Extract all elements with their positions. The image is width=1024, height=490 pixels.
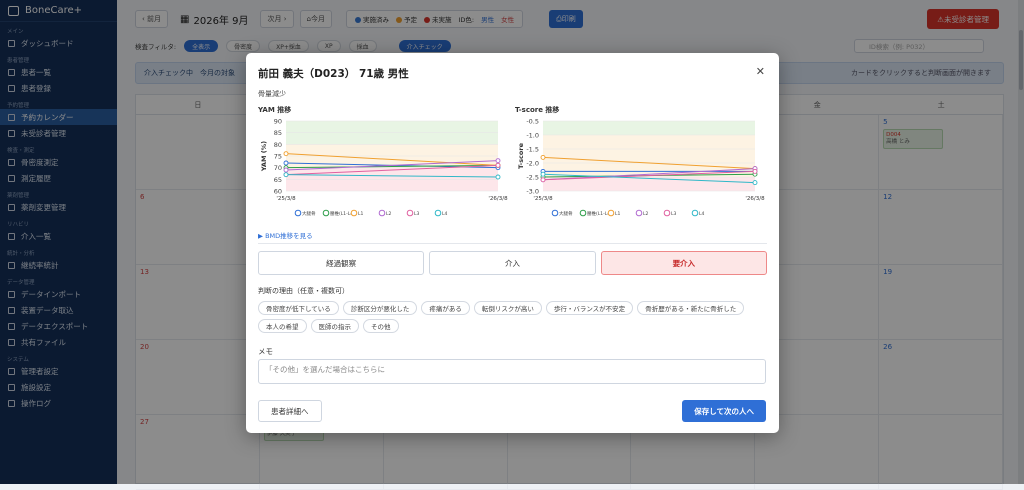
data-point [283, 167, 289, 173]
yam-chart: YAM 推移 90 85 80 75 70 65 60 YAM (%) '25/3/8 '26/3… [258, 105, 510, 225]
data-point [752, 180, 758, 186]
memo-label: メモ [258, 347, 273, 356]
close-icon[interactable]: ✕ [756, 65, 765, 78]
data-point [283, 172, 289, 178]
y-tick-label: 85 [274, 129, 282, 137]
y-tick-label: 60 [274, 188, 282, 196]
reference-band [543, 177, 755, 191]
data-point [495, 158, 501, 164]
legend-marker [294, 209, 302, 217]
tscore-chart-svg: -0.5 -1.0 -1.5 -2.0 -2.5 -3.0 T-score '25/3/8 '2… [517, 118, 765, 218]
x-tick-label: '25/3/8 [533, 196, 553, 202]
y-tick-label: -2.0 [526, 160, 539, 168]
x-tick-label: '25/3/8 [276, 196, 296, 202]
legend-marker [607, 209, 615, 217]
legend-label: L1 [358, 211, 364, 217]
memo-field[interactable]: 「その他」を選んだ場合はこちらに [258, 359, 766, 384]
data-point [540, 171, 546, 177]
save-next-button[interactable]: 保存して次の人へ [682, 400, 766, 422]
legend-marker [350, 209, 358, 217]
legend-label: L4 [699, 211, 705, 217]
y-tick-label: -2.5 [526, 174, 539, 182]
y-tick-label: -3.0 [526, 188, 539, 196]
data-point [495, 174, 501, 180]
data-point [540, 177, 546, 183]
diagnosis-status: 骨量減少 [258, 90, 286, 98]
legend-marker [663, 209, 671, 217]
y-tick-label: -0.5 [526, 118, 539, 126]
legend-marker [635, 209, 643, 217]
legend-marker [406, 209, 414, 217]
tscore-chart: T-score 推移 -0.5 -1.0 -1.5 -2.0 -2.5 -3.0 T-sco… [515, 105, 767, 225]
legend-marker [322, 209, 330, 217]
legend-label: L1 [615, 211, 621, 217]
reason-chip[interactable]: 医師の指示 [310, 319, 359, 333]
reason-chip[interactable]: 歩行・バランスが不安定 [545, 301, 634, 315]
bmd-trend-link[interactable]: ▶ BMD推移を見る [258, 230, 313, 240]
reason-chip[interactable]: 疼痛がある [421, 301, 470, 315]
data-point [495, 162, 501, 168]
reason-chips: 骨密度が低下している 診断区分が悪化した 疼痛がある 転倒リスクが高い 歩行・バランスが… [258, 301, 773, 333]
legend-marker [691, 209, 699, 217]
reference-band [543, 121, 755, 135]
yam-chart-title: YAM 推移 [258, 106, 292, 114]
legend-marker [434, 209, 442, 217]
legend-label: L2 [386, 211, 392, 217]
reason-chip[interactable]: 本人の希望 [258, 319, 307, 333]
reason-chip[interactable]: 骨密度が低下している [258, 301, 339, 315]
intervene-button[interactable]: 介入 [429, 251, 596, 275]
legend-label: L3 [671, 211, 677, 217]
reason-chip[interactable]: 転倒リスクが高い [473, 301, 542, 315]
legend-label: 大腿骨 [302, 210, 316, 217]
y-tick-label: 65 [274, 176, 282, 184]
x-tick-label: '26/3/8 [745, 196, 765, 202]
reason-chip[interactable]: 骨折歴がある・新たに骨折した [637, 301, 745, 315]
y-axis-label: YAM (%) [260, 141, 268, 172]
y-axis-label: T-score [517, 142, 525, 169]
data-point [752, 168, 758, 174]
y-tick-label: 80 [274, 141, 282, 149]
patient-detail-button[interactable]: 患者詳細へ [258, 400, 322, 422]
data-point [283, 151, 289, 157]
reasons-label: 判断の理由（任意・複数可） [258, 287, 349, 295]
legend-label: L4 [442, 211, 448, 217]
y-tick-label: -1.5 [526, 146, 539, 154]
legend-marker [579, 209, 587, 217]
divider [258, 243, 767, 244]
data-point [283, 160, 289, 166]
legend-label: L2 [643, 211, 649, 217]
legend-label: 大腿骨 [559, 210, 573, 217]
decision-buttons: 経過観察 介入 要介入 [258, 251, 767, 275]
y-tick-label: -1.0 [526, 132, 539, 140]
yam-chart-svg: 90858075706560YAM (%)'25/3/8'26/3/8大腿骨 腰椎… [260, 118, 508, 218]
y-tick-label: 70 [274, 164, 282, 172]
needs-intervention-button[interactable]: 要介入 [600, 251, 767, 275]
reason-chip[interactable]: その他 [363, 319, 399, 333]
y-tick-label: 90 [274, 118, 282, 126]
data-point [540, 154, 546, 160]
legend-marker [378, 209, 386, 217]
tscore-chart-title: T-score 推移 [515, 106, 560, 114]
intervention-modal: 前田 義夫（D023） 71歳 男性 ✕ 骨量減少 YAM 推移 90 85 80 7… [246, 53, 779, 433]
observe-button[interactable]: 経過観察 [258, 251, 425, 275]
y-tick-label: 75 [274, 153, 282, 161]
modal-title: 前田 義夫（D023） 71歳 男性 [258, 68, 409, 80]
legend-marker [551, 209, 559, 217]
x-tick-label: '26/3/8 [488, 196, 508, 202]
reason-chip[interactable]: 診断区分が悪化した [342, 301, 418, 315]
legend-label: L3 [414, 211, 420, 217]
